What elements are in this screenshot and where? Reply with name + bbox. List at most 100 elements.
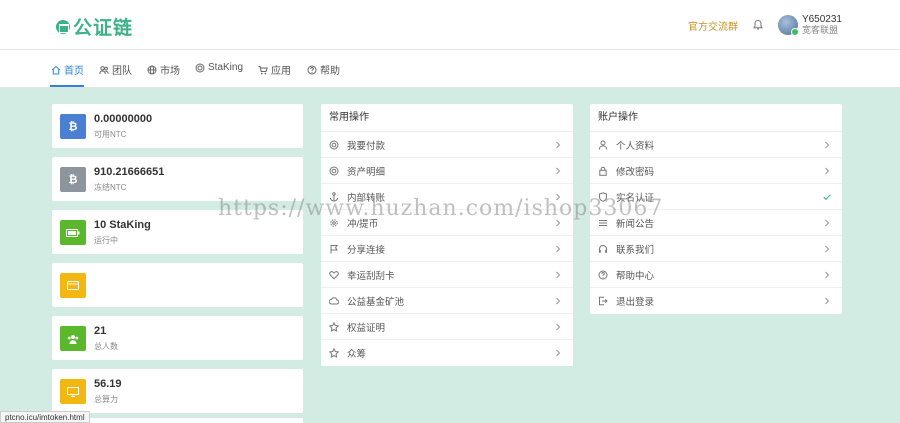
top-bar: 公证链 官方交流群 Y650231 宽客联盟	[0, 0, 900, 50]
menu-item-label: 帮助中心	[616, 270, 655, 282]
chevron-right-icon	[556, 297, 561, 305]
nav-item-help[interactable]: 帮助	[307, 62, 340, 77]
menu-item-share-link[interactable]: 分享连接	[321, 236, 573, 262]
watermark-text: https://www.huzhan.com/ishop33067	[218, 196, 664, 221]
chevron-right-icon	[825, 219, 830, 227]
menu-item-label: 退出登录	[616, 297, 655, 308]
chevron-right-icon	[556, 323, 561, 331]
menu-item-label: 众筹	[347, 349, 367, 360]
stat-label: 可用NTC	[94, 130, 127, 139]
avatar[interactable]	[777, 15, 799, 36]
menu-item-crowdfunding[interactable]: 众筹	[321, 340, 573, 366]
home-icon	[51, 65, 61, 74]
chevron-right-icon	[825, 297, 830, 305]
users-icon	[99, 65, 109, 74]
menu-item-help-center[interactable]: 帮助中心	[590, 262, 842, 288]
nav-item-team[interactable]: 团队	[99, 62, 132, 77]
chevron-right-icon	[825, 167, 830, 175]
chevron-right-icon	[556, 245, 561, 253]
group-icon	[60, 326, 86, 351]
cart-icon	[258, 65, 268, 74]
nav-item-market[interactable]: 市场	[147, 62, 180, 77]
nav-item-staking[interactable]: StaKing	[195, 62, 243, 73]
nav-label: 市场	[160, 66, 180, 77]
menu-item-scratch-card[interactable]: 幸运刮刮卡	[321, 262, 573, 288]
chevron-right-icon	[556, 271, 561, 279]
card-icon	[60, 273, 86, 298]
user-icon	[598, 140, 608, 150]
chevron-right-icon	[825, 245, 830, 253]
menu-item-label: 公益基金矿池	[347, 296, 405, 308]
bitcoin-icon: ₿	[60, 114, 86, 139]
menu-item-asset-details[interactable]: 资产明细	[321, 158, 573, 184]
stat-card-available-ntc: ₿ 0.00000000 可用NTC	[52, 104, 303, 148]
headset-icon	[599, 244, 607, 253]
coin-icon	[195, 63, 205, 72]
globe-icon	[147, 65, 157, 74]
coin-icon	[329, 166, 339, 175]
bell-icon[interactable]	[752, 19, 764, 31]
menu-item-contact-us[interactable]: 联系我们	[590, 236, 842, 262]
chevron-right-icon	[825, 271, 830, 279]
stat-value: 21	[94, 325, 107, 337]
battery-icon	[60, 220, 86, 245]
stat-card-frozen-ntc: ₿ 910.21666651 冻结NTC	[52, 157, 303, 201]
flag-icon	[330, 244, 338, 253]
stat-value: 910.21666651	[94, 166, 165, 178]
nav-label: 团队	[112, 66, 132, 77]
user-role: 宽客联盟	[801, 25, 838, 35]
menu-item-label: 幸运刮刮卡	[347, 270, 395, 282]
logo-icon	[56, 19, 70, 34]
logo-text: 公证链	[73, 18, 134, 39]
bitcoin-icon: ₿	[60, 167, 86, 192]
menu-item-label: 个人资料	[616, 140, 655, 152]
menu-item-change-password[interactable]: 修改密码	[590, 158, 842, 184]
star-icon	[329, 321, 339, 332]
stat-card-total-hashrate: 56.19 总算力	[52, 369, 303, 413]
nav-label: StaKing	[208, 62, 244, 73]
stat-label: 运行中	[94, 236, 118, 245]
nav-item-apps[interactable]: 应用	[258, 62, 291, 77]
menu-item-proof-of-stake[interactable]: 权益证明	[321, 314, 573, 340]
check-icon	[823, 194, 831, 201]
status-bar-url: ptcno.icu/imtoken.html	[0, 411, 90, 423]
stat-card-total-members: 21 总人数	[52, 316, 303, 360]
stat-card-blank	[52, 263, 303, 307]
main-nav: 首页 团队 市场 StaKing 应用 帮助	[0, 50, 900, 88]
menu-item-label: 我要付款	[347, 140, 386, 152]
stat-label: 总算力	[94, 395, 118, 404]
stat-label: 冻结NTC	[94, 183, 127, 192]
user-name: Y650231	[801, 14, 842, 25]
common-operations-panel: 常用操作 我要付款 资产明细 内部转账 冲/提币 分享连接 幸运刮刮卡 公益基金…	[321, 104, 573, 366]
menu-item-pay[interactable]: 我要付款	[321, 132, 573, 158]
nav-label: 帮助	[320, 66, 340, 77]
menu-item-charity-pool[interactable]: 公益基金矿池	[321, 288, 573, 314]
lock-icon	[599, 166, 607, 176]
monitor-icon	[60, 379, 86, 404]
user-info[interactable]: Y650231 宽客联盟	[802, 14, 842, 36]
logo[interactable]: 公证链	[56, 13, 133, 40]
panel-title: 账户操作	[590, 104, 842, 132]
community-link[interactable]: 官方交流群	[688, 18, 738, 33]
stat-card-partial	[52, 418, 303, 423]
chevron-right-icon	[556, 141, 561, 149]
heart-icon	[329, 270, 339, 280]
nav-item-home[interactable]: 首页	[51, 62, 84, 77]
star-icon	[329, 348, 339, 358]
help-icon	[598, 270, 608, 279]
stat-label: 总人数	[94, 342, 118, 351]
stat-value: 10 StaKing	[94, 219, 151, 231]
menu-item-label: 权益证明	[347, 322, 386, 334]
menu-item-logout[interactable]: 退出登录	[590, 288, 842, 314]
chevron-right-icon	[556, 349, 561, 357]
chevron-right-icon	[556, 167, 561, 175]
menu-item-profile[interactable]: 个人资料	[590, 132, 842, 158]
menu-item-label: 资产明细	[347, 166, 386, 178]
help-icon	[307, 65, 317, 74]
stat-value: 0.00000000	[94, 113, 153, 125]
cloud-icon	[329, 296, 339, 305]
nav-label: 首页	[64, 66, 84, 77]
stat-value: 56.19	[94, 378, 122, 390]
active-nav-indicator	[50, 85, 84, 87]
coin-icon	[329, 140, 339, 149]
